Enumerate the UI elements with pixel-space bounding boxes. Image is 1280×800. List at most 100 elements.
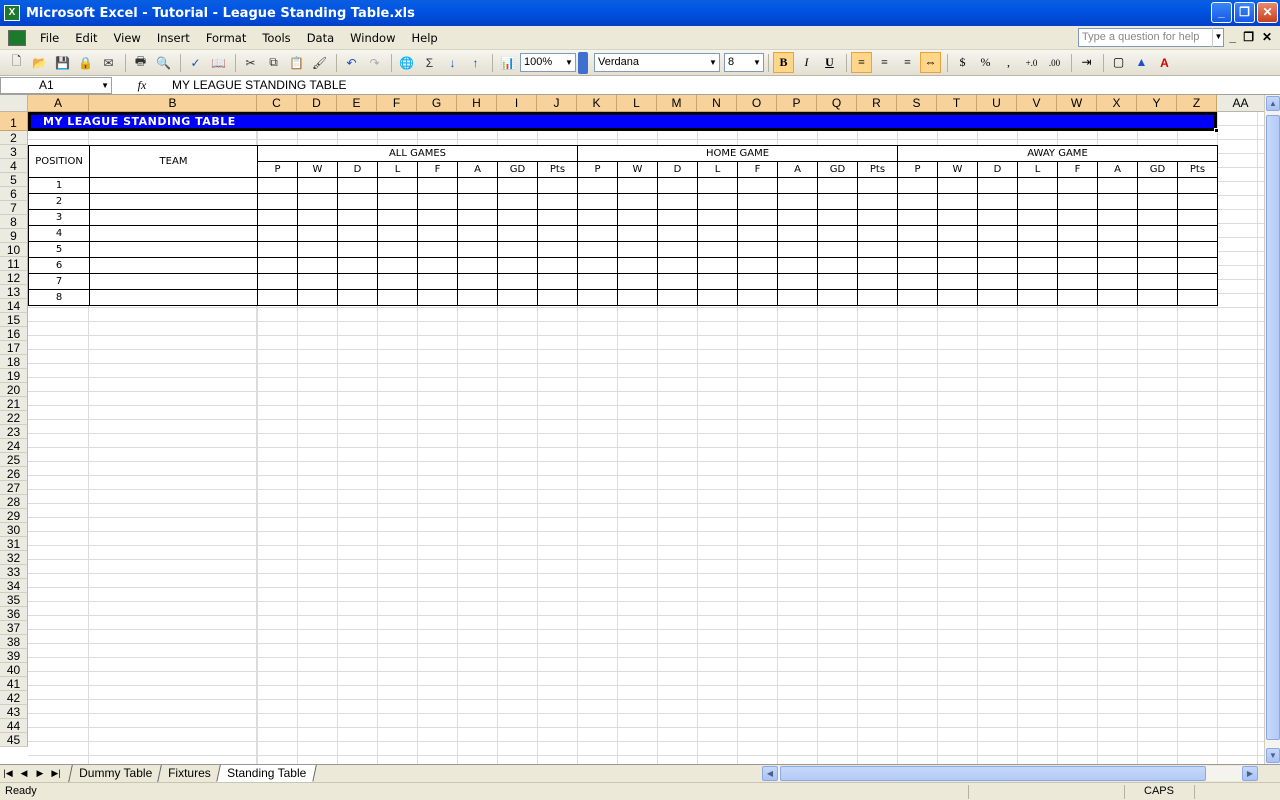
- column-header-c[interactable]: C: [257, 95, 297, 112]
- column-header-u[interactable]: U: [977, 95, 1017, 112]
- stat-cell[interactable]: [337, 257, 378, 274]
- stat-header[interactable]: P: [577, 161, 618, 178]
- row-header[interactable]: 39: [0, 649, 28, 663]
- stat-cell[interactable]: [377, 273, 418, 290]
- stat-cell[interactable]: [1057, 209, 1098, 226]
- scroll-left-icon[interactable]: ◀: [762, 766, 778, 781]
- stat-cell[interactable]: [697, 209, 738, 226]
- row-header[interactable]: 17: [0, 341, 28, 355]
- row-header[interactable]: 34: [0, 579, 28, 593]
- next-sheet-icon[interactable]: ▶: [32, 768, 48, 779]
- stat-cell[interactable]: [297, 241, 338, 258]
- stat-cell[interactable]: [297, 177, 338, 194]
- stat-cell[interactable]: [377, 241, 418, 258]
- team-cell[interactable]: [89, 273, 258, 290]
- help-dropdown-icon[interactable]: ▼: [1212, 28, 1224, 47]
- row-header[interactable]: 44: [0, 719, 28, 733]
- row-header[interactable]: 12: [0, 271, 28, 285]
- stat-cell[interactable]: [977, 289, 1018, 306]
- horizontal-scroll-thumb[interactable]: [780, 766, 1206, 781]
- stat-cell[interactable]: [297, 209, 338, 226]
- stat-cell[interactable]: [937, 241, 978, 258]
- stat-cell[interactable]: [1177, 289, 1218, 306]
- stat-cell[interactable]: [537, 289, 578, 306]
- indent-icon[interactable]: ⇥: [1076, 52, 1097, 73]
- stat-cell[interactable]: [1137, 209, 1178, 226]
- column-header-g[interactable]: G: [417, 95, 457, 112]
- stat-cell[interactable]: [1017, 257, 1058, 274]
- stat-cell[interactable]: [817, 257, 858, 274]
- doc-close-icon[interactable]: ✕: [1262, 30, 1272, 44]
- underline-button[interactable]: U: [819, 52, 840, 73]
- stat-cell[interactable]: [777, 289, 818, 306]
- stat-cell[interactable]: [897, 241, 938, 258]
- stat-cell[interactable]: [417, 177, 458, 194]
- workbook-icon[interactable]: [8, 29, 26, 46]
- chevron-down-icon[interactable]: ▼: [563, 54, 575, 71]
- column-header-aa[interactable]: AA: [1217, 95, 1264, 112]
- zoom-select[interactable]: 100% ▼: [520, 53, 576, 72]
- stat-header[interactable]: A: [1097, 161, 1138, 178]
- stat-header[interactable]: D: [337, 161, 378, 178]
- font-name-select[interactable]: Verdana ▼: [594, 53, 720, 72]
- select-all-corner[interactable]: [0, 95, 28, 112]
- save-icon[interactable]: 💾: [52, 52, 73, 73]
- stat-header[interactable]: L: [1017, 161, 1058, 178]
- column-header-d[interactable]: D: [297, 95, 337, 112]
- team-cell[interactable]: [89, 193, 258, 210]
- stat-cell[interactable]: [1097, 273, 1138, 290]
- group-header[interactable]: HOME GAME: [577, 145, 898, 162]
- row-header[interactable]: 35: [0, 593, 28, 607]
- stat-cell[interactable]: [577, 273, 618, 290]
- stat-cell[interactable]: [257, 257, 298, 274]
- stat-cell[interactable]: [697, 257, 738, 274]
- stat-cell[interactable]: [1097, 225, 1138, 242]
- stat-header[interactable]: F: [1057, 161, 1098, 178]
- stat-cell[interactable]: [697, 289, 738, 306]
- menu-tools[interactable]: Tools: [254, 31, 298, 45]
- row-header[interactable]: 7: [0, 201, 28, 215]
- stat-cell[interactable]: [737, 177, 778, 194]
- row-header[interactable]: 42: [0, 691, 28, 705]
- autosum-icon[interactable]: Σ: [419, 52, 440, 73]
- stat-cell[interactable]: [977, 209, 1018, 226]
- menu-view[interactable]: View: [106, 31, 149, 45]
- undo-icon[interactable]: ↶: [341, 52, 362, 73]
- stat-cell[interactable]: [537, 273, 578, 290]
- menu-data[interactable]: Data: [299, 31, 342, 45]
- stat-cell[interactable]: [257, 225, 298, 242]
- stat-cell[interactable]: [857, 177, 898, 194]
- row-header[interactable]: 21: [0, 397, 28, 411]
- column-header-a[interactable]: A: [28, 95, 89, 112]
- fill-color-icon[interactable]: ▲: [1131, 52, 1152, 73]
- stat-cell[interactable]: [657, 209, 698, 226]
- stat-cell[interactable]: [737, 241, 778, 258]
- scroll-up-icon[interactable]: ▲: [1266, 96, 1280, 111]
- stat-cell[interactable]: [1097, 289, 1138, 306]
- row-header[interactable]: 24: [0, 439, 28, 453]
- help-search-input[interactable]: Type a question for help: [1078, 28, 1224, 47]
- align-center-icon[interactable]: ≡: [874, 52, 895, 73]
- stat-cell[interactable]: [697, 177, 738, 194]
- group-header[interactable]: AWAY GAME: [897, 145, 1218, 162]
- stat-header[interactable]: A: [457, 161, 498, 178]
- stat-cell[interactable]: [377, 289, 418, 306]
- stat-cell[interactable]: [537, 193, 578, 210]
- stat-header[interactable]: F: [417, 161, 458, 178]
- stat-cell[interactable]: [1137, 225, 1178, 242]
- stat-cell[interactable]: [857, 241, 898, 258]
- name-box[interactable]: A1 ▼: [0, 76, 112, 94]
- borders-icon[interactable]: ▢: [1108, 52, 1129, 73]
- stat-cell[interactable]: [1137, 177, 1178, 194]
- stat-cell[interactable]: [897, 177, 938, 194]
- stat-cell[interactable]: [817, 241, 858, 258]
- stat-cell[interactable]: [537, 241, 578, 258]
- stat-cell[interactable]: [1057, 225, 1098, 242]
- stat-cell[interactable]: [497, 257, 538, 274]
- last-sheet-icon[interactable]: ▶|: [48, 768, 64, 779]
- stat-cell[interactable]: [1017, 209, 1058, 226]
- first-sheet-icon[interactable]: |◀: [0, 768, 16, 779]
- stat-cell[interactable]: [617, 241, 658, 258]
- stat-cell[interactable]: [1017, 273, 1058, 290]
- stat-cell[interactable]: [817, 273, 858, 290]
